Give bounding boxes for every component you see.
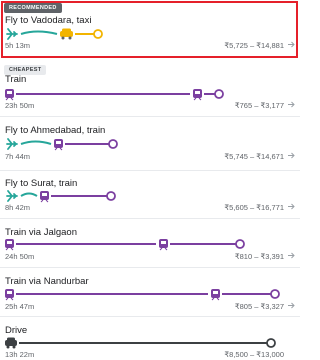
route-timeline [6, 190, 116, 203]
train-icon [5, 239, 14, 251]
divider [0, 218, 300, 219]
chevron-right-icon [288, 302, 295, 309]
route-price: ₹5,725 – ₹14,881 [224, 41, 284, 50]
route-price: ₹5,605 – ₹16,771 [224, 203, 284, 212]
chevron-right-icon [288, 252, 295, 259]
route-timeline [5, 289, 280, 301]
route-price: ₹810 – ₹3,391 [234, 252, 284, 261]
route-price: ₹5,745 – ₹14,671 [224, 152, 284, 161]
destination-marker [270, 289, 280, 299]
chevron-right-icon [288, 152, 295, 159]
route-title: Drive [5, 325, 28, 336]
route-duration: 5h 13m [5, 41, 31, 50]
route-duration: 7h 44m [5, 152, 31, 161]
flight-segment [20, 30, 58, 35]
route-fly-vadodara-taxi[interactable]: RECOMMENDED Fly to Vadodara, taxi 5h 13m… [0, 0, 300, 58]
train-icon [159, 239, 168, 251]
plane-icon [6, 28, 18, 40]
divider [0, 267, 300, 268]
divider [0, 316, 300, 317]
plane-icon [6, 190, 18, 202]
route-fly-surat-train[interactable]: Fly to Surat, train 8h 42m ₹5,605 – ₹16,… [0, 172, 300, 224]
chevron-right-icon [288, 101, 295, 108]
train-icon [54, 139, 63, 151]
route-price: ₹8,500 – ₹13,000 [224, 350, 284, 359]
train-icon [211, 289, 220, 301]
route-timeline [6, 138, 118, 151]
chevron-right-icon [288, 41, 295, 48]
route-duration: 25h 47m [5, 302, 35, 311]
divider [0, 170, 300, 171]
destination-marker [214, 89, 224, 99]
destination-marker [235, 239, 245, 249]
route-drive[interactable]: Drive 13h 22m ₹8,500 – ₹13,000 [0, 318, 300, 360]
chevron-right-icon [288, 203, 295, 210]
car-icon [5, 337, 17, 349]
route-price: ₹805 – ₹3,327 [234, 302, 284, 311]
route-duration: 8h 42m [5, 203, 31, 212]
destination-marker [108, 139, 118, 149]
destination-marker [93, 29, 103, 39]
car-icon [60, 28, 73, 40]
route-title: Fly to Vadodara, taxi [5, 15, 92, 26]
route-price: ₹765 – ₹3,177 [234, 101, 284, 110]
destination-marker [106, 191, 116, 201]
route-timeline [5, 337, 276, 349]
route-title: Train [5, 74, 27, 85]
route-train-via-nandurbar[interactable]: Train via Nandurbar 25h 47m ₹805 – ₹3,32… [0, 269, 300, 315]
route-timeline [5, 239, 245, 251]
train-icon [40, 191, 49, 203]
route-duration: 13h 22m [5, 350, 35, 359]
route-title: Train via Nandurbar [5, 276, 89, 287]
plane-icon [6, 138, 18, 150]
train-icon [5, 89, 14, 101]
route-title: Fly to Ahmedabad, train [5, 125, 106, 136]
destination-marker [266, 338, 276, 348]
route-train-via-jalgaon[interactable]: Train via Jalgaon 24h 50m ₹810 – ₹3,391 [0, 220, 300, 264]
route-train[interactable]: CHEAPEST Train 23h 50m ₹765 – ₹3,177 [0, 62, 300, 114]
route-timeline [5, 89, 224, 101]
divider [0, 116, 300, 117]
route-fly-ahmedabad-train[interactable]: Fly to Ahmedabad, train 7h 44m ₹5,745 – … [0, 118, 300, 170]
route-title: Fly to Surat, train [5, 178, 78, 189]
route-timeline [6, 28, 103, 40]
route-duration: 23h 50m [5, 101, 35, 110]
train-icon [5, 289, 14, 301]
train-icon [193, 89, 202, 101]
recommended-badge: RECOMMENDED [4, 3, 62, 13]
route-duration: 24h 50m [5, 252, 35, 261]
